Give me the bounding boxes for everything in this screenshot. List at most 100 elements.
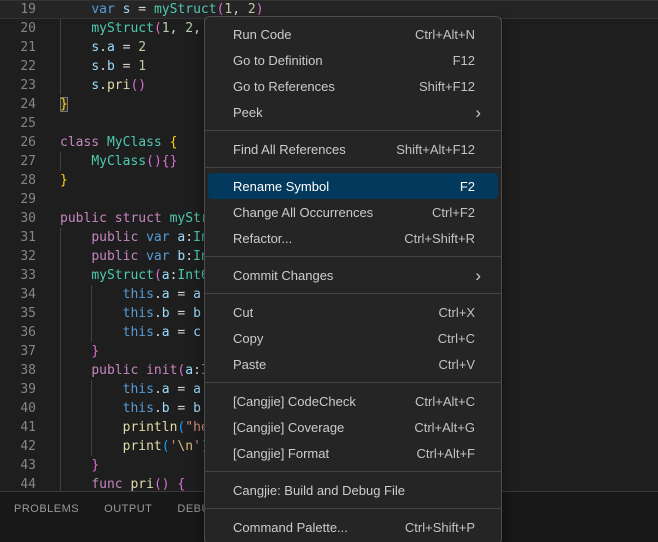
menu-item-go-to-definition[interactable]: Go to DefinitionF12 [205, 47, 501, 73]
indent-guide [60, 228, 61, 494]
menu-item-label: Peek [233, 105, 469, 120]
menu-item-command-palette[interactable]: Command Palette...Ctrl+Shift+P [205, 514, 501, 540]
menu-item-label: Go to Definition [233, 53, 453, 68]
menu-item-label: Commit Changes [233, 268, 469, 283]
menu-item-shortcut: Ctrl+C [438, 331, 475, 346]
indent-guide [91, 285, 92, 342]
line-number[interactable]: 33 [0, 266, 36, 285]
submenu-chevron-icon: › [475, 104, 481, 121]
menu-item-shortcut: Ctrl+F2 [432, 205, 475, 220]
line-number[interactable]: 22 [0, 57, 36, 76]
line-number[interactable]: 26 [0, 133, 36, 152]
line-number[interactable]: 30 [0, 209, 36, 228]
menu-item-refactor[interactable]: Refactor...Ctrl+Shift+R [205, 225, 501, 251]
menu-item-label: Refactor... [233, 231, 404, 246]
menu-item-shortcut: Ctrl+Alt+G [414, 420, 475, 435]
menu-item-copy[interactable]: CopyCtrl+C [205, 325, 501, 351]
code-text: s.b = 1 [36, 57, 146, 76]
menu-item-shortcut: Ctrl+V [439, 357, 475, 372]
menu-item-shortcut: F12 [453, 53, 475, 68]
code-text: s.pri() [36, 76, 146, 95]
panel-tab-output[interactable]: OUTPUT [104, 503, 152, 515]
menu-separator [205, 382, 501, 383]
menu-item-label: [Cangjie] Coverage [233, 420, 414, 435]
code-text: public var a:Int64 [36, 228, 232, 247]
menu-item-label: Command Palette... [233, 520, 405, 535]
line-number[interactable]: 25 [0, 114, 36, 133]
menu-item-label: Go to References [233, 79, 419, 94]
menu-separator [205, 471, 501, 472]
menu-item-run-code[interactable]: Run CodeCtrl+Alt+N [205, 21, 501, 47]
line-number[interactable]: 31 [0, 228, 36, 247]
menu-item-label: Find All References [233, 142, 396, 157]
menu-item-label: Copy [233, 331, 438, 346]
menu-item-label: Cangjie: Build and Debug File [233, 483, 475, 498]
line-number[interactable]: 19 [0, 0, 36, 19]
menu-item-peek[interactable]: Peek › [205, 99, 501, 125]
menu-item-label: [Cangjie] CodeCheck [233, 394, 415, 409]
menu-separator [205, 293, 501, 294]
submenu-chevron-icon: › [475, 267, 481, 284]
line-number[interactable]: 36 [0, 323, 36, 342]
menu-item-label: Paste [233, 357, 439, 372]
code-text: } [36, 342, 99, 361]
line-number[interactable]: 24 [0, 95, 36, 114]
code-text: } [36, 171, 68, 190]
panel-tab-problems[interactable]: PROBLEMS [14, 503, 79, 515]
menu-item-shortcut: F2 [460, 179, 475, 194]
indent-guide [60, 152, 61, 171]
line-number[interactable]: 43 [0, 456, 36, 475]
menu-separator [205, 167, 501, 168]
code-text: } [36, 456, 99, 475]
menu-item-label: Change All Occurrences [233, 205, 432, 220]
indent-guide [91, 380, 92, 456]
line-number[interactable]: 40 [0, 399, 36, 418]
menu-separator [205, 256, 501, 257]
line-number[interactable]: 21 [0, 38, 36, 57]
line-number[interactable]: 23 [0, 76, 36, 95]
line-number[interactable]: 41 [0, 418, 36, 437]
line-number[interactable]: 20 [0, 19, 36, 38]
code-text: class MyClass { [36, 133, 177, 152]
menu-item-cangjie-coverage[interactable]: [Cangjie] CoverageCtrl+Alt+G [205, 414, 501, 440]
code-text: public var b:Int64 [36, 247, 232, 266]
menu-item-shortcut: Shift+F12 [419, 79, 475, 94]
menu-item-find-all-references[interactable]: Find All ReferencesShift+Alt+F12 [205, 136, 501, 162]
code-text: s.a = 2 [36, 38, 146, 57]
menu-item-paste[interactable]: PasteCtrl+V [205, 351, 501, 377]
line-number[interactable]: 34 [0, 285, 36, 304]
line-number[interactable]: 38 [0, 361, 36, 380]
menu-item-cangjie-build-and-debug-file[interactable]: Cangjie: Build and Debug File [205, 477, 501, 503]
menu-item-go-to-references[interactable]: Go to ReferencesShift+F12 [205, 73, 501, 99]
menu-item-shortcut: Ctrl+Alt+N [415, 27, 475, 42]
indent-guide [60, 19, 61, 95]
menu-item-shortcut: Ctrl+X [439, 305, 475, 320]
menu-item-shortcut: Shift+Alt+F12 [396, 142, 475, 157]
line-number[interactable]: 35 [0, 304, 36, 323]
code-text [36, 190, 60, 209]
menu-item-rename-symbol[interactable]: Rename SymbolF2 [208, 173, 498, 199]
menu-item-shortcut: Ctrl+Alt+C [415, 394, 475, 409]
menu-item-commit-changes[interactable]: Commit Changes › [205, 262, 501, 288]
menu-item-label: Rename Symbol [233, 179, 460, 194]
line-number[interactable]: 32 [0, 247, 36, 266]
line-number[interactable]: 27 [0, 152, 36, 171]
menu-item-cangjie-codecheck[interactable]: [Cangjie] CodeCheckCtrl+Alt+C [205, 388, 501, 414]
menu-item-label: Cut [233, 305, 439, 320]
line-number[interactable]: 29 [0, 190, 36, 209]
line-number[interactable]: 37 [0, 342, 36, 361]
line-number[interactable]: 42 [0, 437, 36, 456]
line-number[interactable]: 28 [0, 171, 36, 190]
editor-context-menu: Run CodeCtrl+Alt+NGo to DefinitionF12Go … [204, 16, 502, 542]
code-text: myStruct(1, 2, 3) [36, 19, 224, 38]
code-text: print('\n') [36, 437, 209, 456]
menu-item-shortcut: Ctrl+Alt+F [416, 446, 475, 461]
menu-item-change-all-occurrences[interactable]: Change All OccurrencesCtrl+F2 [205, 199, 501, 225]
menu-item-cangjie-format[interactable]: [Cangjie] FormatCtrl+Alt+F [205, 440, 501, 466]
menu-item-label: [Cangjie] Format [233, 446, 416, 461]
menu-item-shortcut: Ctrl+Shift+R [404, 231, 475, 246]
line-number[interactable]: 39 [0, 380, 36, 399]
menu-item-shortcut: Ctrl+Shift+P [405, 520, 475, 535]
menu-separator [205, 508, 501, 509]
menu-item-cut[interactable]: CutCtrl+X [205, 299, 501, 325]
